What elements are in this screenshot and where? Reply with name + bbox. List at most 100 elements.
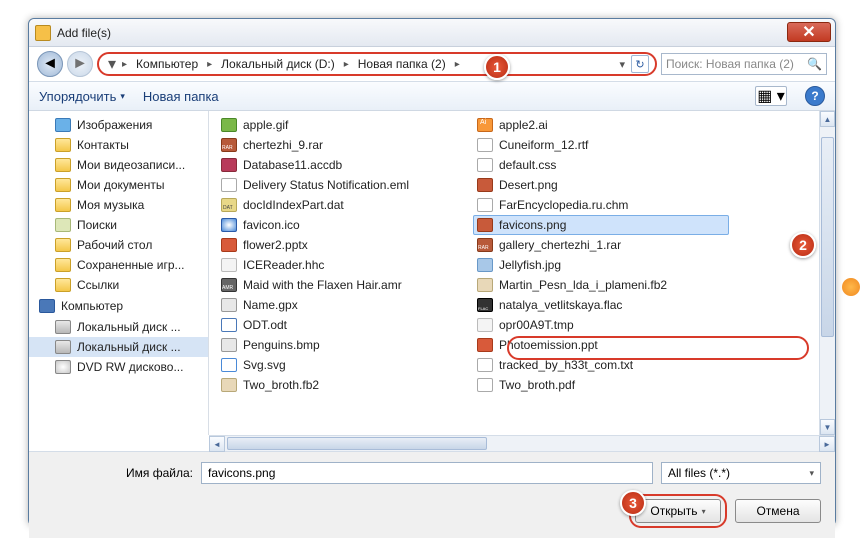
file-icon	[221, 178, 237, 192]
scroll-thumb[interactable]	[821, 137, 834, 337]
filename-input[interactable]: favicons.png	[201, 462, 653, 484]
scrollbar-horizontal[interactable]: ◄ ►	[209, 435, 835, 451]
forward-button[interactable]: ►	[67, 51, 93, 77]
file-item[interactable]: favicon.ico	[217, 215, 473, 235]
file-item[interactable]: opr00A9T.tmp	[473, 315, 729, 335]
file-item[interactable]: Photoemission.ppt	[473, 335, 729, 355]
sidebar-item-label: Сохраненные игр...	[77, 258, 185, 272]
file-item[interactable]: gallery_chertezhi_1.rar	[473, 235, 729, 255]
file-item[interactable]: tracked_by_h33t_com.txt	[473, 355, 729, 375]
chevron-icon[interactable]: ▸	[341, 59, 352, 70]
file-item[interactable]: Name.gpx	[217, 295, 473, 315]
chevron-icon[interactable]: ▸	[204, 59, 215, 70]
sidebar-item[interactable]: Контакты	[29, 135, 208, 155]
sidebar-group-computer[interactable]: Компьютер	[29, 295, 208, 317]
file-icon	[477, 298, 493, 312]
breadcrumb-seg[interactable]: Локальный диск (D:)	[217, 55, 339, 73]
file-item[interactable]: Jellyfish.jpg	[473, 255, 729, 275]
folder-icon	[55, 198, 71, 212]
body: ИзображенияКонтактыМои видеозаписи... Мои…	[29, 111, 835, 435]
scroll-up-button[interactable]: ▲	[820, 111, 835, 127]
scroll-left-button[interactable]: ◄	[209, 436, 225, 452]
cancel-button[interactable]: Отмена	[735, 499, 821, 523]
chevron-icon[interactable]: ▸	[119, 59, 130, 70]
file-item[interactable]: Two_broth.fb2	[217, 375, 473, 395]
sidebar-item[interactable]: Мои видеозаписи...	[29, 155, 208, 175]
file-icon	[477, 138, 493, 152]
file-item[interactable]: Martin_Pesn_lda_i_plameni.fb2	[473, 275, 729, 295]
file-icon	[477, 258, 493, 272]
file-item[interactable]: Desert.png	[473, 175, 729, 195]
sidebar-item-label: DVD RW дисково...	[77, 360, 183, 374]
file-item[interactable]: Cuneiform_12.rtf	[473, 135, 729, 155]
file-name: flower2.pptx	[243, 238, 308, 252]
breadcrumb-seg[interactable]: Компьютер	[132, 55, 202, 73]
scroll-thumb-h[interactable]	[227, 437, 487, 450]
file-icon	[221, 258, 237, 272]
sidebar-drive[interactable]: DVD RW дисково...	[29, 357, 208, 377]
file-icon	[477, 198, 493, 212]
sidebar-item[interactable]: Сохраненные игр...	[29, 255, 208, 275]
chevron-down-icon: ▾	[702, 507, 706, 516]
file-item[interactable]: ICEReader.hhc	[217, 255, 473, 275]
sidebar-item[interactable]: Поиски	[29, 215, 208, 235]
file-item[interactable]: docIdIndexPart.dat	[217, 195, 473, 215]
file-item[interactable]: default.css	[473, 155, 729, 175]
back-button[interactable]: ◄	[37, 51, 63, 77]
file-icon	[221, 198, 237, 212]
file-item[interactable]: chertezhi_9.rar	[217, 135, 473, 155]
scroll-right-button[interactable]: ►	[819, 436, 835, 452]
sidebar-item[interactable]: Мои документы	[29, 175, 208, 195]
file-item[interactable]: FarEncyclopedia.ru.chm	[473, 195, 729, 215]
drive-icon	[55, 340, 71, 354]
file-item[interactable]: apple.gif	[217, 115, 473, 135]
scroll-down-button[interactable]: ▼	[820, 419, 835, 435]
close-button[interactable]: ✕	[787, 22, 831, 42]
chevron-down-icon: ▾	[809, 468, 814, 479]
refresh-button[interactable]: ↻	[631, 55, 649, 73]
file-item[interactable]: Maid with the Flaxen Hair.amr	[217, 275, 473, 295]
annotation-badge-2: 2	[790, 232, 816, 258]
sidebar-item-label: Мои документы	[77, 178, 164, 192]
filetype-filter[interactable]: All files (*.*)▾	[661, 462, 821, 484]
file-name: Desert.png	[499, 178, 558, 192]
sidebar-item[interactable]: Моя музыка	[29, 195, 208, 215]
organize-button[interactable]: Упорядочить▾	[39, 89, 125, 104]
file-item[interactable]: Two_broth.pdf	[473, 375, 729, 395]
sidebar-item[interactable]: Изображения	[29, 115, 208, 135]
file-item[interactable]: favicons.png	[473, 215, 729, 235]
help-button[interactable]: ?	[805, 86, 825, 106]
view-button[interactable]: ▦ ▾	[755, 86, 787, 106]
file-icon	[221, 318, 237, 332]
file-item[interactable]: Delivery Status Notification.eml	[217, 175, 473, 195]
file-item[interactable]: flower2.pptx	[217, 235, 473, 255]
file-icon	[221, 378, 237, 392]
folder-icon	[55, 118, 71, 132]
open-button[interactable]: Открыть▾	[635, 499, 721, 523]
new-folder-button[interactable]: Новая папка	[143, 89, 219, 104]
file-item[interactable]: apple2.ai	[473, 115, 729, 135]
scrollbar-vertical[interactable]: ▲ ▼	[819, 111, 835, 435]
file-icon	[477, 378, 493, 392]
file-item[interactable]: Svg.svg	[217, 355, 473, 375]
breadcrumb-root-icon[interactable]: ▾	[105, 54, 119, 74]
chevron-icon[interactable]: ▸	[452, 59, 463, 70]
sidebar-drive[interactable]: Локальный диск ...	[29, 337, 208, 357]
search-input[interactable]: Поиск: Новая папка (2) 🔍	[661, 53, 827, 75]
file-item[interactable]: ODT.odt	[217, 315, 473, 335]
file-name: Maid with the Flaxen Hair.amr	[243, 278, 402, 292]
file-item[interactable]: natalya_vetlitskaya.flac	[473, 295, 729, 315]
file-name: apple.gif	[243, 118, 288, 132]
breadcrumb-dropdown-icon[interactable]: ▾	[619, 58, 625, 71]
sidebar-item[interactable]: Рабочий стол	[29, 235, 208, 255]
file-name: opr00A9T.tmp	[499, 318, 574, 332]
file-name: Name.gpx	[243, 298, 298, 312]
sidebar-drive[interactable]: Локальный диск ...	[29, 317, 208, 337]
file-name: ICEReader.hhc	[243, 258, 324, 272]
file-item[interactable]: Penguins.bmp	[217, 335, 473, 355]
window-title: Add file(s)	[57, 26, 111, 40]
breadcrumb-seg[interactable]: Новая папка (2)	[354, 55, 450, 73]
breadcrumb-bar[interactable]: ▾ ▸ Компьютер ▸ Локальный диск (D:) ▸ Но…	[97, 52, 657, 76]
file-item[interactable]: Database11.accdb	[217, 155, 473, 175]
sidebar-item[interactable]: Ссылки	[29, 275, 208, 295]
